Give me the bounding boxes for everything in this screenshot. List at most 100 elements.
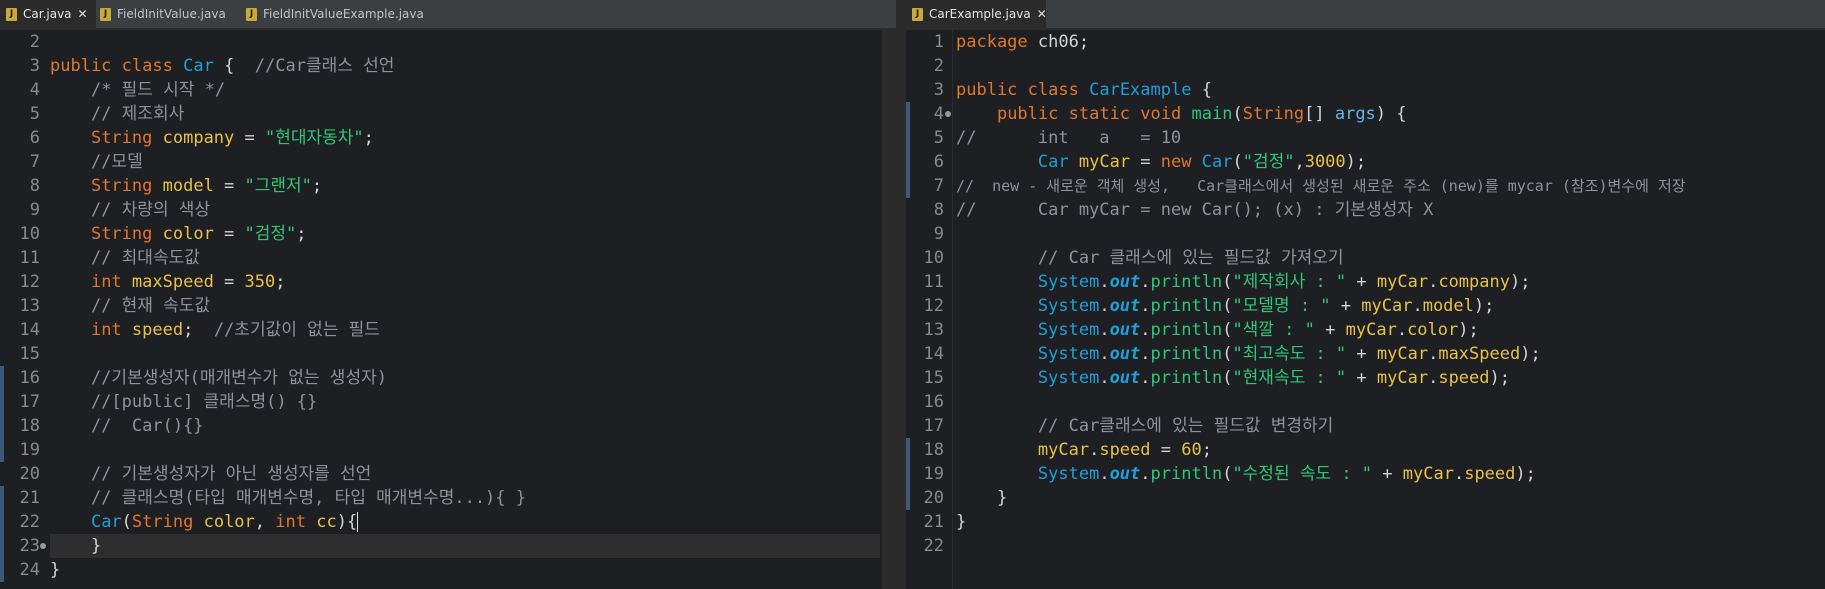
code-line: /* 필드 시작 */ — [90, 80, 226, 100]
line-number: 16 — [19, 368, 40, 388]
line-number: 6 — [29, 128, 40, 148]
line-number: 20 — [19, 464, 40, 484]
code-line: // 최대속도값 — [90, 248, 200, 268]
line-number: 18 — [19, 416, 40, 436]
tab-field-init-value-example-java[interactable]: J FieldInitValueExample.java — [246, 0, 436, 28]
line-number: 11 — [19, 248, 40, 268]
line-number: 4 — [29, 80, 40, 100]
code-line: System.out.println("제작회사 : " + myCar.com… — [1037, 272, 1531, 292]
text-cursor — [357, 512, 359, 532]
tab-field-init-value-java[interactable]: J FieldInitValue.java — [100, 0, 230, 28]
line-number: 17 — [19, 392, 40, 412]
code-line: System.out.println("최고속도 : " + myCar.max… — [1037, 344, 1541, 364]
code-line: System.out.println("현재속도 : " + myCar.spe… — [1037, 368, 1510, 388]
code-line: Car myCar = new Car("검정",3000); — [1037, 152, 1367, 172]
tab-label: CarExample.java — [929, 7, 1031, 21]
line-number: 17 — [923, 416, 944, 436]
line-number: 4 — [933, 104, 944, 124]
tab-label: FieldInitValueExample.java — [263, 7, 424, 21]
line-number: 1 — [933, 32, 944, 52]
left-tab-bar: J Car.java ✕ J FieldInitValue.java J FieldIn… — [0, 0, 896, 30]
code-line: } — [50, 560, 61, 580]
override-marker-icon[interactable] — [945, 111, 951, 117]
code-line: System.out.println("모델명 : " + myCar.mode… — [1037, 296, 1495, 316]
java-file-icon: J — [912, 8, 923, 21]
right-editor-pane: J CarExample.java ✕ 1 2 3 4 5 6 7 8 9 10 1… — [906, 0, 1825, 589]
line-number: 8 — [29, 176, 40, 196]
code-line: //모델 — [90, 152, 143, 172]
vertical-scrollbar[interactable] — [882, 30, 896, 589]
tab-label: FieldInitValue.java — [117, 7, 226, 21]
code-line: // 클래스명(타입 매개변수명, 타입 매개변수명...){ } — [90, 488, 526, 508]
line-number: 13 — [19, 296, 40, 316]
code-line: //기본생성자(매개변수가 없는 생성자) — [90, 368, 387, 388]
override-marker-icon[interactable] — [40, 543, 46, 549]
code-line: // 제조회사 — [90, 104, 185, 124]
line-number: 3 — [29, 56, 40, 76]
line-number: 7 — [933, 176, 944, 196]
line-number: 2 — [933, 56, 944, 76]
code-line: String company = "현대자동차"; — [90, 128, 374, 148]
code-line: myCar.speed = 60; — [1037, 440, 1212, 460]
line-number: 24 — [19, 560, 40, 580]
line-number: 2 — [29, 32, 40, 52]
line-number: 15 — [923, 368, 944, 388]
code-line-current: } — [50, 534, 880, 558]
code-line: } — [956, 512, 967, 532]
right-code-editor[interactable]: 1 2 3 4 5 6 7 8 9 10 11 12 13 14 15 16 1… — [906, 30, 1825, 589]
line-number: 12 — [19, 272, 40, 292]
line-number: 20 — [923, 488, 944, 508]
tab-label: Car.java — [23, 7, 72, 21]
line-number: 23 — [19, 536, 40, 556]
close-icon[interactable]: ✕ — [1037, 7, 1047, 21]
code-line: String model = "그랜저"; — [90, 176, 323, 196]
code-line: // Car myCar = new Car(); (x) : 기본생성자 X — [956, 200, 1434, 220]
right-tab-bar: J CarExample.java ✕ — [906, 0, 1825, 30]
code-line: // 현재 속도값 — [90, 296, 211, 316]
line-number: 22 — [923, 536, 944, 556]
code-line: public static void main(String[] args) { — [996, 104, 1407, 124]
left-code-editor[interactable]: 2 3 4 5 6 7 8 9 10 11 12 13 14 15 16 17 … — [0, 30, 896, 589]
line-number: 6 — [933, 152, 944, 172]
left-editor-pane: J Car.java ✕ J FieldInitValue.java J FieldIn… — [0, 0, 896, 589]
code-line: // Car(){} — [90, 416, 204, 436]
line-number: 13 — [923, 320, 944, 340]
code-line: Car(String color, int cc){ — [90, 512, 359, 532]
right-code-area[interactable]: package ch06; public class CarExample { … — [956, 30, 1825, 589]
code-line: String color = "검정"; — [90, 224, 307, 244]
line-number-gutter: 2 3 4 5 6 7 8 9 10 11 12 13 14 15 16 17 … — [0, 30, 46, 589]
line-number: 3 — [933, 80, 944, 100]
line-number: 22 — [19, 512, 40, 532]
code-line: // Car클래스에 있는 필드값 변경하기 — [1037, 416, 1334, 436]
code-line: int speed; //초기값이 없는 필드 — [90, 320, 380, 340]
code-line: package ch06; — [956, 32, 1090, 52]
line-number: 16 — [923, 392, 944, 412]
line-number: 9 — [933, 224, 944, 244]
line-number: 10 — [19, 224, 40, 244]
line-number: 19 — [19, 440, 40, 460]
tab-car-java[interactable]: J Car.java ✕ — [0, 0, 96, 28]
line-number-gutter: 1 2 3 4 5 6 7 8 9 10 11 12 13 14 15 16 1… — [906, 30, 953, 589]
tab-car-example-java[interactable]: J CarExample.java ✕ — [906, 0, 1047, 28]
editor-split-divider[interactable] — [896, 0, 906, 589]
code-line: System.out.println("색깔 : " + myCar.color… — [1037, 320, 1479, 340]
close-icon[interactable]: ✕ — [78, 7, 88, 21]
code-line: public class Car { //Car클래스 선언 — [50, 56, 395, 76]
line-number: 14 — [19, 320, 40, 340]
line-number: 21 — [923, 512, 944, 532]
code-line: // int a = 10 — [956, 128, 1182, 148]
java-file-icon: J — [246, 8, 257, 21]
java-file-icon: J — [100, 8, 111, 21]
line-number: 12 — [923, 296, 944, 316]
code-line: int maxSpeed = 350; — [90, 272, 286, 292]
line-number: 21 — [19, 488, 40, 508]
left-code-area[interactable]: public class Car { //Car클래스 선언 /* 필드 시작 … — [50, 30, 880, 589]
line-number: 8 — [933, 200, 944, 220]
